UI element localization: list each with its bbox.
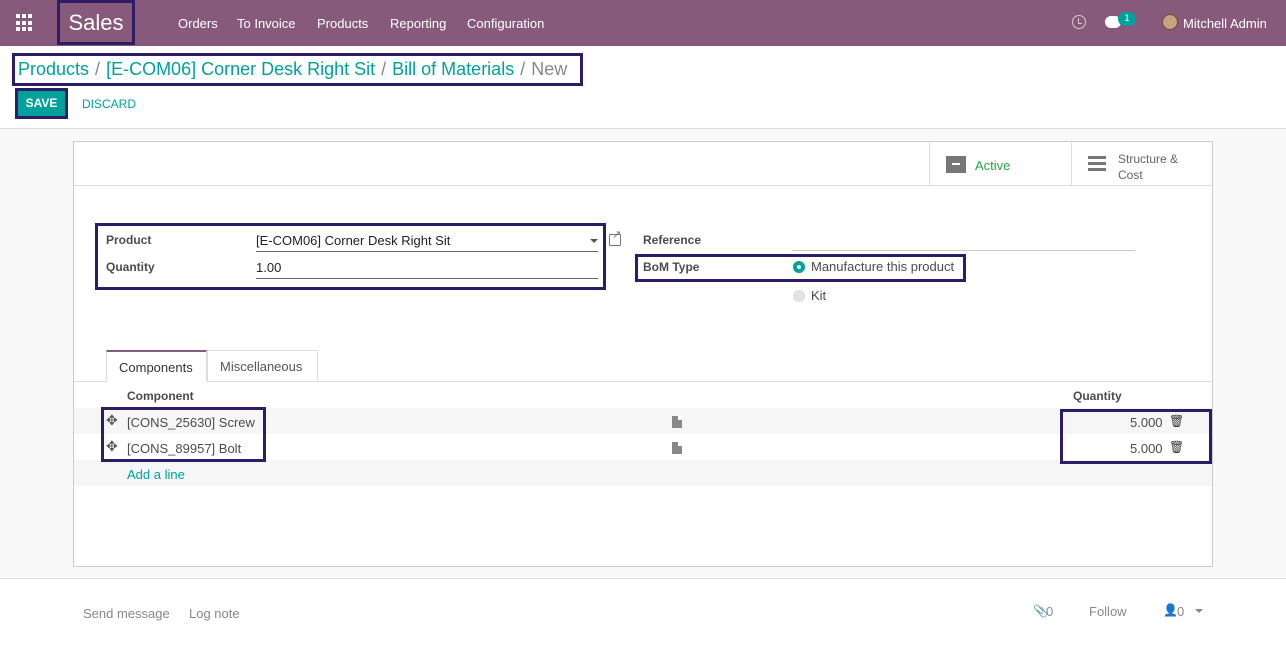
- menu-to-invoice[interactable]: To Invoice: [237, 16, 296, 31]
- breadcrumb: Products / [E-COM06] Corner Desk Right Sit…: [12, 53, 583, 86]
- tab-components[interactable]: Components: [106, 350, 207, 382]
- column-component[interactable]: Component: [127, 389, 194, 403]
- external-link-icon[interactable]: [609, 228, 621, 246]
- follow-button[interactable]: Follow: [1089, 604, 1127, 619]
- quantity-field[interactable]: 1.00: [256, 260, 598, 279]
- quantity-label: Quantity: [106, 260, 155, 274]
- components-highlight: [101, 407, 266, 462]
- activity-clock-icon[interactable]: [1072, 15, 1086, 29]
- breadcrumb-products[interactable]: Products: [18, 59, 89, 79]
- smart-button-box: Active Structure & Cost: [74, 142, 1212, 186]
- followers-count: 0: [1177, 604, 1185, 619]
- bom-option-manufacture[interactable]: Manufacture this product: [811, 259, 954, 274]
- reference-label: Reference: [643, 233, 702, 247]
- quantity-value: 1.00: [256, 260, 282, 275]
- followers-user-icon[interactable]: 👤: [1163, 603, 1178, 617]
- breadcrumb-bom[interactable]: Bill of Materials: [392, 59, 514, 79]
- chevron-down-icon[interactable]: [590, 239, 598, 243]
- bom-type-label: BoM Type: [643, 260, 700, 274]
- menu-configuration[interactable]: Configuration: [467, 16, 544, 31]
- apps-menu-icon[interactable]: [16, 14, 34, 32]
- reference-field[interactable]: [792, 235, 1135, 251]
- menu-orders[interactable]: Orders: [178, 16, 218, 31]
- top-navbar: Sales Orders To Invoice Products Reporti…: [0, 0, 1286, 46]
- breadcrumb-current: New: [531, 59, 568, 79]
- active-toggle-button[interactable]: Active: [929, 142, 1071, 186]
- breadcrumb-separator: /: [95, 59, 101, 79]
- product-field[interactable]: [E-COM06] Corner Desk Right Sit: [256, 233, 598, 252]
- add-line-row: [74, 460, 1212, 486]
- product-value: [E-COM06] Corner Desk Right Sit: [256, 233, 451, 248]
- active-label: Active: [975, 158, 1011, 173]
- document-icon[interactable]: [672, 416, 682, 428]
- structure-cost-label: Structure & Cost: [1118, 151, 1178, 183]
- menu-reporting[interactable]: Reporting: [390, 16, 446, 31]
- user-menu[interactable]: Mitchell Admin: [1183, 16, 1267, 31]
- structure-label-line2: Cost: [1118, 168, 1143, 182]
- document-icon[interactable]: [672, 442, 682, 454]
- list-icon: [1088, 156, 1106, 172]
- column-quantity[interactable]: Quantity: [1073, 389, 1122, 403]
- chatter-divider: [0, 578, 1286, 579]
- user-avatar[interactable]: [1162, 14, 1178, 30]
- quantity-highlight: [1060, 409, 1212, 464]
- chevron-down-icon[interactable]: [1195, 609, 1203, 613]
- breadcrumb-separator: /: [381, 59, 387, 79]
- add-line-link[interactable]: Add a line: [127, 467, 185, 482]
- archive-icon: [946, 156, 966, 173]
- tab-miscellaneous[interactable]: Miscellaneous: [207, 350, 318, 382]
- structure-label-line1: Structure &: [1118, 152, 1179, 166]
- bom-radio-manufacture[interactable]: [793, 261, 805, 273]
- app-brand[interactable]: Sales: [57, 0, 135, 45]
- menu-products[interactable]: Products: [317, 16, 368, 31]
- save-button[interactable]: SAVE: [15, 88, 68, 119]
- discard-button[interactable]: DISCARD: [82, 97, 136, 111]
- send-message-button[interactable]: Send message: [83, 606, 170, 621]
- product-label: Product: [106, 233, 152, 247]
- attachment-count: 0: [1046, 604, 1054, 619]
- structure-cost-button[interactable]: Structure & Cost: [1071, 142, 1212, 186]
- bom-option-kit[interactable]: Kit: [811, 288, 826, 303]
- breadcrumb-separator: /: [520, 59, 526, 79]
- chat-count-badge: 1: [1118, 12, 1136, 26]
- breadcrumb-product[interactable]: [E-COM06] Corner Desk Right Sit: [106, 59, 375, 79]
- bom-radio-kit[interactable]: [793, 290, 805, 302]
- log-note-button[interactable]: Log note: [189, 606, 240, 621]
